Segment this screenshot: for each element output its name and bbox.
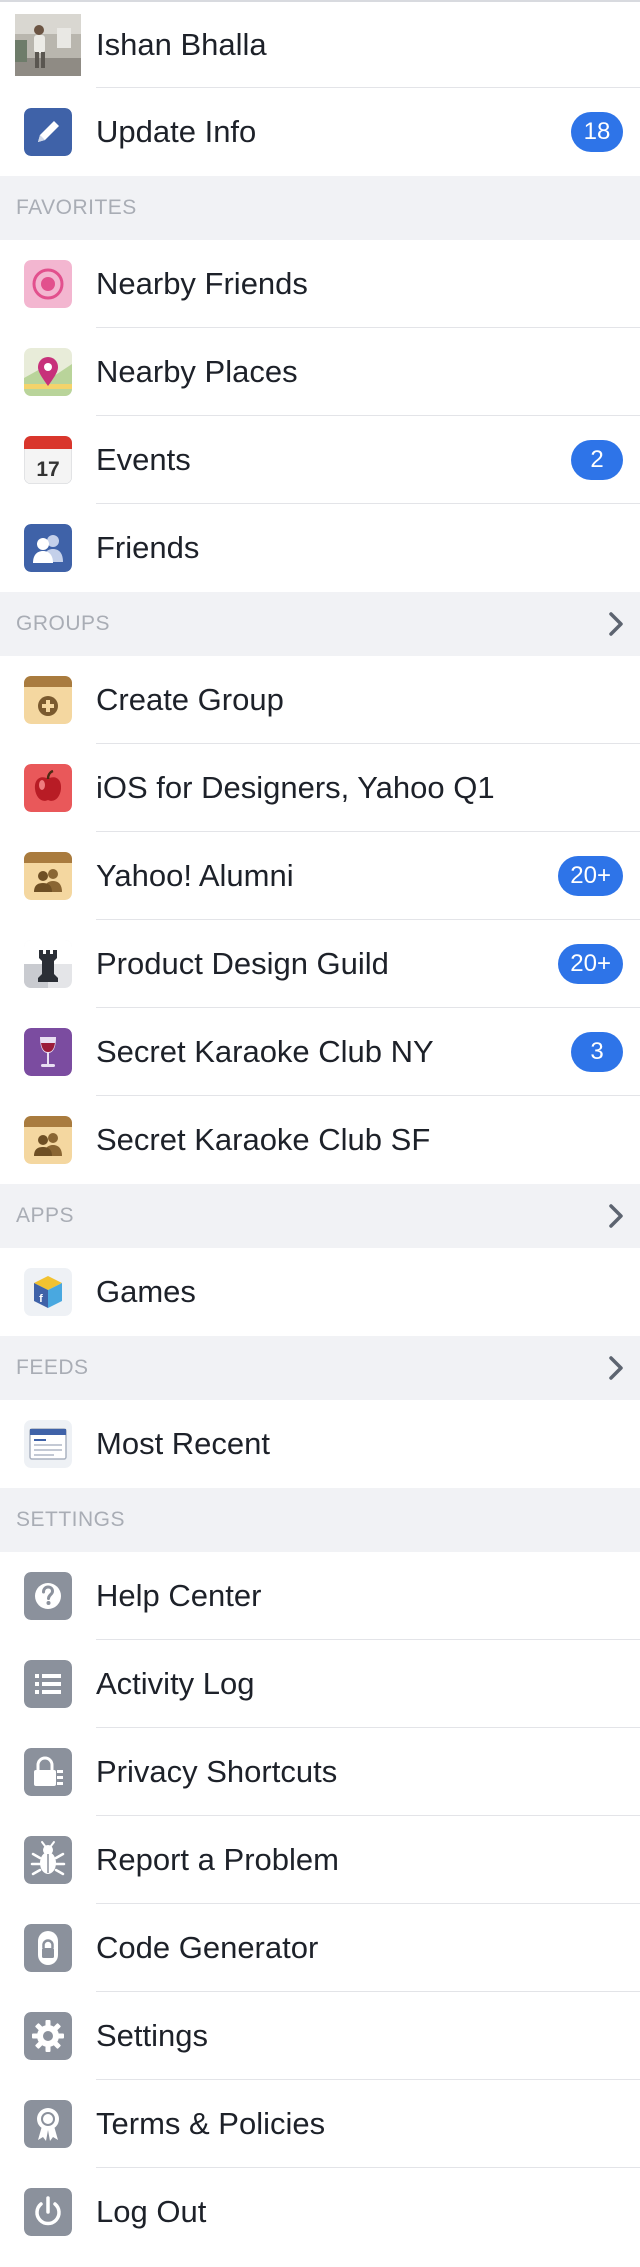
menu-item-update-info[interactable]: Update Info 18 xyxy=(0,88,640,176)
notification-badge: 20+ xyxy=(558,944,623,984)
svg-text:f: f xyxy=(39,1293,43,1305)
power-icon xyxy=(24,2188,72,2236)
menu-item-yahoo-alumni[interactable]: Yahoo! Alumni 20+ xyxy=(0,832,640,920)
menu-item-nearby-places[interactable]: Nearby Places xyxy=(0,328,640,416)
menu-item-label: iOS for Designers, Yahoo Q1 xyxy=(96,770,495,805)
chevron-right-icon[interactable] xyxy=(606,1202,626,1230)
section-header-apps[interactable]: APPS xyxy=(0,1184,640,1248)
menu-item-label: Events xyxy=(96,442,191,477)
section-title: SETTINGS xyxy=(16,1508,126,1531)
menu-item-privacy-shortcuts[interactable]: Privacy Shortcuts xyxy=(0,1728,640,1816)
friends-icon xyxy=(24,524,72,572)
menu-item-log-out[interactable]: Log Out xyxy=(0,2168,640,2256)
menu-item-label: Settings xyxy=(96,2018,209,2053)
bug-icon xyxy=(24,1836,72,1884)
menu-item-label: Privacy Shortcuts xyxy=(96,1754,338,1789)
menu-item-label: Nearby Friends xyxy=(96,266,308,301)
wine-glass-icon xyxy=(24,1028,72,1076)
menu-item-label: Help Center xyxy=(96,1578,262,1613)
menu-item-label: Friends xyxy=(96,530,200,565)
create-group-icon xyxy=(24,676,72,724)
section-header-groups[interactable]: GROUPS xyxy=(0,592,640,656)
profile-name: Ishan Bhalla xyxy=(96,27,267,62)
section-title: GROUPS xyxy=(16,612,111,635)
list-icon xyxy=(24,1660,72,1708)
nearby-friends-icon xyxy=(24,260,72,308)
menu-item-label: Update Info xyxy=(96,114,257,149)
menu-item-label: Activity Log xyxy=(96,1666,255,1701)
menu-item-create-group[interactable]: Create Group xyxy=(0,656,640,744)
code-generator-icon xyxy=(24,1924,72,1972)
menu-item-events[interactable]: 17 Events 2 xyxy=(0,416,640,504)
notification-badge: 3 xyxy=(571,1032,623,1072)
menu-item-label: Yahoo! Alumni xyxy=(96,858,294,893)
menu-item-report-problem[interactable]: Report a Problem xyxy=(0,1816,640,1904)
menu-item-label: Secret Karaoke Club NY xyxy=(96,1034,434,1069)
profile-avatar xyxy=(15,14,81,76)
section-title: FEEDS xyxy=(16,1356,89,1379)
menu-item-settings[interactable]: Settings xyxy=(0,1992,640,2080)
group-icon xyxy=(24,852,72,900)
chevron-right-icon[interactable] xyxy=(606,610,626,638)
menu-item-friends[interactable]: Friends xyxy=(0,504,640,592)
menu-item-label: Report a Problem xyxy=(96,1842,339,1877)
menu-item-terms-policies[interactable]: Terms & Policies xyxy=(0,2080,640,2168)
chevron-right-icon[interactable] xyxy=(606,1354,626,1382)
notification-badge: 2 xyxy=(571,440,623,480)
menu-item-secret-karaoke-ny[interactable]: Secret Karaoke Club NY 3 xyxy=(0,1008,640,1096)
news-feed-icon xyxy=(24,1420,72,1468)
menu-item-help-center[interactable]: Help Center xyxy=(0,1552,640,1640)
menu-item-label: Create Group xyxy=(96,682,284,717)
lock-icon xyxy=(24,1748,72,1796)
menu-item-label: Secret Karaoke Club SF xyxy=(96,1122,431,1157)
menu-item-label: Most Recent xyxy=(96,1426,271,1461)
side-menu: Ishan Bhalla Update Info 18 FAVORITES Ne… xyxy=(0,0,640,2256)
section-header-favorites: FAVORITES xyxy=(0,176,640,240)
pencil-icon xyxy=(24,108,72,156)
menu-item-ios-for-designers[interactable]: iOS for Designers, Yahoo Q1 xyxy=(0,744,640,832)
section-title: APPS xyxy=(16,1204,75,1227)
menu-item-nearby-friends[interactable]: Nearby Friends xyxy=(0,240,640,328)
section-header-settings: SETTINGS xyxy=(0,1488,640,1552)
menu-item-label: Nearby Places xyxy=(96,354,298,389)
menu-item-activity-log[interactable]: Activity Log xyxy=(0,1640,640,1728)
menu-item-code-generator[interactable]: Code Generator xyxy=(0,1904,640,1992)
section-header-feeds[interactable]: FEEDS xyxy=(0,1336,640,1400)
notification-badge: 20+ xyxy=(558,856,623,896)
profile-row[interactable]: Ishan Bhalla xyxy=(0,2,640,88)
menu-item-product-design-guild[interactable]: Product Design Guild 20+ xyxy=(0,920,640,1008)
question-icon xyxy=(24,1572,72,1620)
map-pin-icon xyxy=(24,348,72,396)
notification-badge: 18 xyxy=(571,112,623,152)
gear-icon xyxy=(24,2012,72,2060)
menu-item-label: Product Design Guild xyxy=(96,946,389,981)
menu-item-label: Log Out xyxy=(96,2194,207,2229)
menu-item-label: Games xyxy=(96,1274,196,1309)
menu-item-secret-karaoke-sf[interactable]: Secret Karaoke Club SF xyxy=(0,1096,640,1184)
calendar-date: 17 xyxy=(36,458,59,481)
menu-item-label: Terms & Policies xyxy=(96,2106,326,2141)
games-cube-icon: f xyxy=(24,1268,72,1316)
calendar-icon: 17 xyxy=(24,436,72,484)
menu-item-most-recent[interactable]: Most Recent xyxy=(0,1400,640,1488)
group-icon xyxy=(24,1116,72,1164)
section-title: FAVORITES xyxy=(16,196,137,219)
chess-rook-icon xyxy=(24,940,72,988)
menu-item-label: Code Generator xyxy=(96,1930,319,1965)
menu-item-games[interactable]: f Games xyxy=(0,1248,640,1336)
apple-icon xyxy=(24,764,72,812)
ribbon-icon xyxy=(24,2100,72,2148)
